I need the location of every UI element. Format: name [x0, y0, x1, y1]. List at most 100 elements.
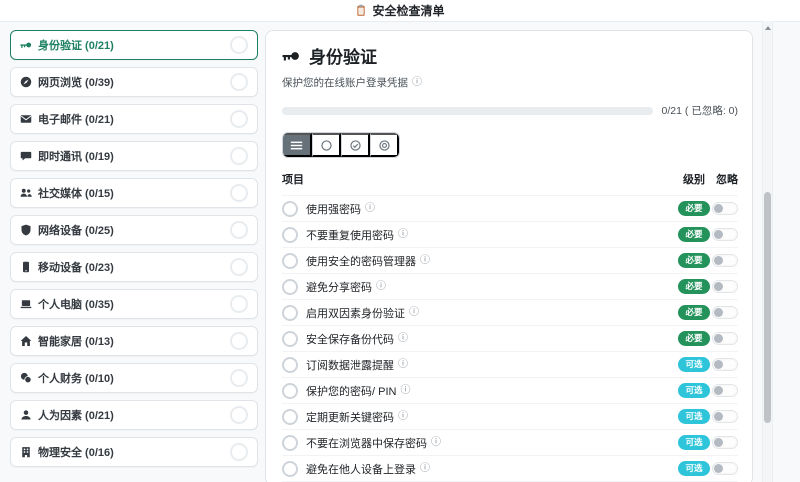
ignore-cell — [710, 410, 738, 423]
item-checkbox[interactable] — [282, 304, 298, 321]
info-icon[interactable]: ⓘ — [398, 411, 408, 422]
level-cell: 必要 — [678, 253, 710, 268]
sidebar-item-4[interactable]: 即时通讯 (0/19) — [10, 141, 258, 171]
item-checkbox[interactable] — [282, 356, 298, 373]
page-subtitle: 保护您的在线账户登录凭据 ⓘ — [282, 75, 738, 90]
ignore-cell — [710, 228, 738, 241]
ignore-cell — [710, 358, 738, 371]
checklist-row: 订阅数据泄露提醒 ⓘ 可选 — [282, 351, 738, 377]
level-cell: 必要 — [678, 201, 710, 216]
info-icon[interactable]: ⓘ — [400, 385, 410, 396]
key-icon — [282, 47, 300, 65]
ignore-toggle[interactable] — [712, 228, 738, 241]
item-checkbox[interactable] — [282, 252, 298, 269]
info-icon[interactable]: ⓘ — [398, 359, 408, 370]
sidebar-item-5[interactable]: 社交媒体 (0/15) — [10, 178, 258, 208]
sidebar-item-6[interactable]: 网络设备 (0/25) — [10, 215, 258, 245]
item-checkbox[interactable] — [282, 278, 298, 295]
sidebar-item-8[interactable]: 个人电脑 (0/35) — [10, 289, 258, 319]
filter-button-3[interactable] — [341, 133, 370, 157]
ignore-toggle[interactable] — [712, 462, 738, 475]
ignore-toggle[interactable] — [712, 306, 738, 319]
level-cell: 必要 — [678, 279, 710, 294]
ignore-cell — [710, 462, 738, 475]
info-icon[interactable]: ⓘ — [431, 437, 441, 448]
sidebar-item-3[interactable]: 电子邮件 (0/21) — [10, 104, 258, 134]
info-icon[interactable]: ⓘ — [420, 463, 430, 474]
sidebar-item-2[interactable]: 网页浏览 (0/39) — [10, 67, 258, 97]
checklist-row: 使用强密码 ⓘ 必要 — [282, 195, 738, 221]
sidebar-item-content: 社交媒体 (0/15) — [20, 185, 114, 201]
sidebar-item-12[interactable]: 物理安全 (0/16) — [10, 437, 258, 467]
ignore-toggle[interactable] — [712, 358, 738, 371]
info-icon[interactable]: ⓘ — [376, 281, 386, 292]
checklist-row: 安全保存备份代码 ⓘ 必要 — [282, 325, 738, 351]
app-header: 安全检查清单 — [0, 0, 800, 22]
info-icon[interactable]: ⓘ — [398, 229, 408, 240]
scrollbar-thumb[interactable] — [764, 192, 771, 423]
sidebar-item-9[interactable]: 智能家居 (0/13) — [10, 326, 258, 356]
sidebar-item-10[interactable]: 个人财务 (0/10) — [10, 363, 258, 393]
sidebar-item-7[interactable]: 移动设备 (0/23) — [10, 252, 258, 282]
item-checkbox[interactable] — [282, 382, 298, 399]
level-cell: 可选 — [678, 383, 710, 398]
level-badge: 必要 — [678, 227, 710, 242]
progress-bar — [282, 106, 653, 115]
sidebar-item-label: 人为因素 (0/21) — [38, 410, 114, 422]
level-badge: 可选 — [678, 409, 710, 424]
scrollbar-up-arrow-icon[interactable] — [764, 26, 771, 30]
level-badge: 必要 — [678, 331, 710, 346]
item-checkbox[interactable] — [282, 434, 298, 451]
level-cell: 必要 — [678, 305, 710, 320]
list-icon — [290, 139, 303, 152]
subtitle-text: 保护您的在线账户登录凭据 — [282, 77, 408, 89]
checklist-row: 定期更新关键密码 ⓘ 可选 — [282, 403, 738, 429]
checklist-row: 启用双因素身份验证 ⓘ 必要 — [282, 299, 738, 325]
scrollbar[interactable] — [762, 21, 773, 482]
ignore-toggle[interactable] — [712, 436, 738, 449]
item-label: 订阅数据泄露提醒 — [306, 359, 394, 372]
ignore-toggle[interactable] — [712, 202, 738, 215]
sidebar-item-1[interactable]: 身份验证 (0/21) — [10, 30, 258, 60]
sidebar-item-label: 社交媒体 (0/15) — [38, 188, 114, 200]
category-progress-ring — [230, 443, 248, 461]
level-cell: 必要 — [678, 227, 710, 242]
info-icon[interactable]: ⓘ — [412, 77, 422, 88]
category-progress-ring — [230, 36, 248, 54]
sidebar-item-label: 个人财务 (0/10) — [38, 373, 114, 385]
ignore-toggle[interactable] — [712, 280, 738, 293]
sidebar-item-label: 网络设备 (0/25) — [38, 225, 114, 237]
info-icon[interactable]: ⓘ — [420, 255, 430, 266]
column-header-ignore: 忽略 — [716, 174, 738, 186]
sidebar-item-label: 物理安全 (0/16) — [38, 447, 114, 459]
info-icon[interactable]: ⓘ — [409, 307, 419, 318]
info-icon[interactable]: ⓘ — [365, 203, 375, 214]
item-checkbox[interactable] — [282, 330, 298, 347]
key-icon — [20, 39, 32, 51]
circle-icon — [320, 139, 333, 152]
filter-button-1[interactable] — [283, 133, 312, 157]
category-progress-ring — [230, 73, 248, 91]
ignore-toggle[interactable] — [712, 384, 738, 397]
sidebar-item-11[interactable]: 人为因素 (0/21) — [10, 400, 258, 430]
ignore-toggle[interactable] — [712, 254, 738, 267]
ignore-toggle[interactable] — [712, 332, 738, 345]
sidebar-item-label: 即时通讯 (0/19) — [38, 151, 114, 163]
sidebar-item-label: 网页浏览 (0/39) — [38, 77, 114, 89]
ignore-toggle[interactable] — [712, 410, 738, 423]
category-progress-ring — [230, 295, 248, 313]
column-header-item: 项目 — [282, 174, 304, 186]
category-progress-ring — [230, 147, 248, 165]
item-checkbox[interactable] — [282, 460, 298, 477]
item-checkbox[interactable] — [282, 200, 298, 217]
item-checkbox[interactable] — [282, 226, 298, 243]
item-label: 避免在他人设备上登录 — [306, 463, 416, 476]
info-icon[interactable]: ⓘ — [398, 333, 408, 344]
category-progress-ring — [230, 332, 248, 350]
item-checkbox[interactable] — [282, 408, 298, 425]
filter-button-4[interactable] — [370, 133, 399, 157]
filter-button-2[interactable] — [312, 133, 341, 157]
level-badge: 必要 — [678, 279, 710, 294]
building-icon — [20, 446, 32, 458]
sidebar-item-content: 个人财务 (0/10) — [20, 370, 114, 386]
